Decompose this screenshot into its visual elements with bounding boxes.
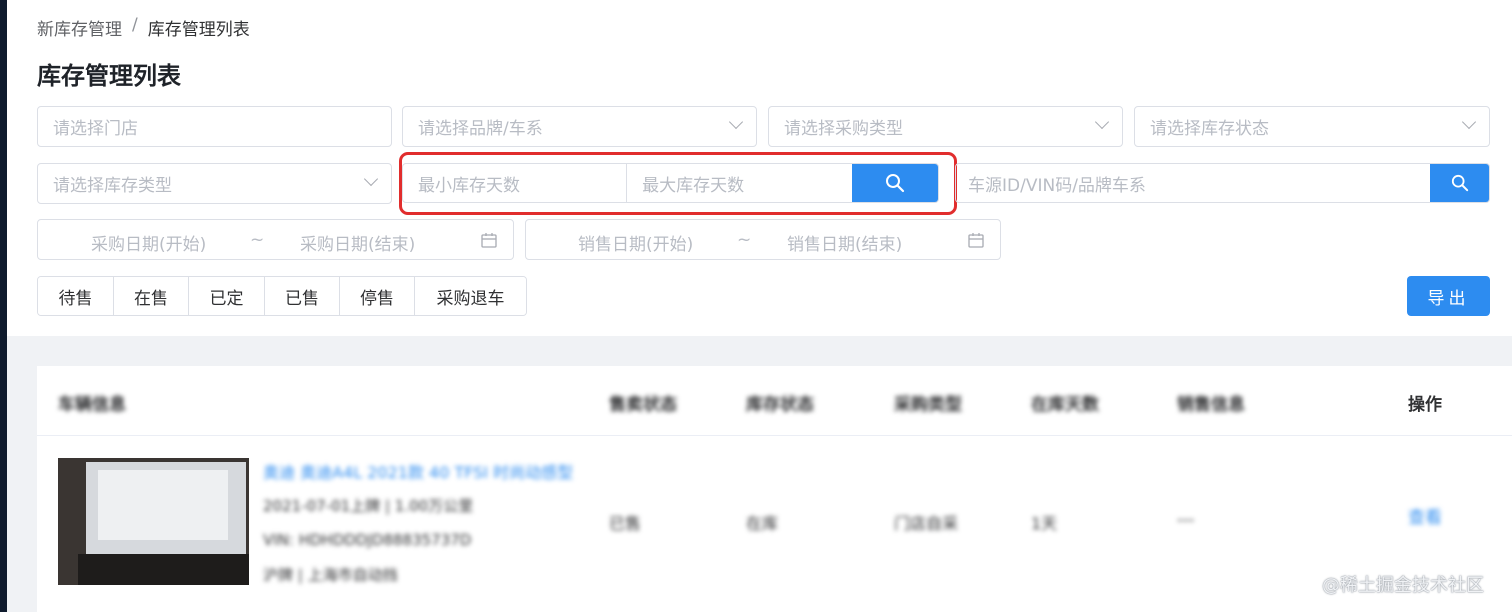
cell-stock-status: 在库 <box>746 514 779 533</box>
header-days-in-stock: 在库天数 <box>1031 395 1099 415</box>
chevron-down-icon <box>1463 117 1475 129</box>
brand-select[interactable]: 请选择品牌/车系 <box>402 106 757 147</box>
breadcrumb-current: 库存管理列表 <box>147 20 250 40</box>
sales-date-end: 销售日期(结束) <box>787 235 903 255</box>
brand-placeholder: 请选择品牌/车系 <box>418 119 543 139</box>
breadcrumb-root[interactable]: 新库存管理 <box>37 15 122 40</box>
breadcrumb-separator: / <box>132 15 138 35</box>
purchase-date-range[interactable]: 采购日期(开始) ~ 采购日期(结束) <box>37 219 514 260</box>
tab-sold[interactable]: 已售 <box>265 277 340 315</box>
range-separator: ~ <box>250 230 265 250</box>
watermark: @稀土掘金技术社区 <box>1322 575 1484 596</box>
stock-status-select[interactable]: 请选择库存状态 <box>1134 106 1490 147</box>
export-button[interactable]: 导出 <box>1407 276 1490 316</box>
chevron-down-icon <box>1096 117 1108 129</box>
stock-type-select[interactable]: 请选择库存类型 <box>37 163 392 204</box>
vehicle-location: 沪牌 | 上海市自动挡 <box>263 566 398 584</box>
sales-date-range[interactable]: 销售日期(开始) ~ 销售日期(结束) <box>525 219 1001 260</box>
store-select[interactable]: 请选择门店 <box>37 106 392 147</box>
purchase-date-start: 采购日期(开始) <box>91 235 207 255</box>
view-link[interactable]: 查看 <box>1408 503 1442 528</box>
keyword-placeholder: 车源ID/VIN码/品牌车系 <box>968 175 1146 196</box>
vehicle-title-link[interactable]: 奥迪 奥迪A4L 2021款 40 TFSI 时尚动感型 <box>263 459 573 483</box>
highlight-box <box>399 152 957 215</box>
range-separator: ~ <box>737 230 752 250</box>
cell-sale-status: 已售 <box>609 514 642 533</box>
tab-stopped[interactable]: 停售 <box>340 277 415 315</box>
inventory-table: 车辆信息 售卖状态 库存状态 采购类型 在库天数 销售信息 操作 奥迪 奥迪A4… <box>37 366 1512 612</box>
search-icon <box>1451 174 1468 192</box>
keyword-search: 车源ID/VIN码/品牌车系 <box>955 163 1490 203</box>
keyword-input[interactable]: 车源ID/VIN码/品牌车系 <box>956 164 1430 202</box>
chevron-down-icon <box>365 174 377 186</box>
breadcrumb: 新库存管理 / 库存管理列表 <box>37 15 250 40</box>
calendar-icon <box>481 233 497 248</box>
purchase-type-select[interactable]: 请选择采购类型 <box>768 106 1123 147</box>
vehicle-reg-mileage: 2021-07-01上牌 | 1.00万公里 <box>263 497 474 515</box>
header-vehicle-info: 车辆信息 <box>58 395 126 415</box>
stock-type-placeholder: 请选择库存类型 <box>53 176 172 196</box>
vehicle-thumbnail[interactable] <box>58 458 249 585</box>
tab-reserved[interactable]: 已定 <box>189 277 265 315</box>
sales-date-start: 销售日期(开始) <box>578 235 694 255</box>
purchase-type-placeholder: 请选择采购类型 <box>784 119 903 139</box>
keyword-search-button[interactable] <box>1430 164 1489 202</box>
calendar-icon <box>968 233 984 248</box>
header-purchase-type: 采购类型 <box>894 395 962 415</box>
store-placeholder: 请选择门店 <box>53 119 138 139</box>
tab-purchase-return[interactable]: 采购退车 <box>415 277 526 315</box>
header-sale-status: 售卖状态 <box>609 395 677 415</box>
cell-purchase-type: 门店自采 <box>894 514 959 533</box>
chevron-down-icon <box>730 117 742 129</box>
cell-days-in-stock: 1天 <box>1031 514 1058 533</box>
cell-sales-info: --- <box>1177 510 1195 529</box>
stock-status-placeholder: 请选择库存状态 <box>1150 119 1269 139</box>
tab-pending[interactable]: 待售 <box>38 277 114 315</box>
tab-on-sale[interactable]: 在售 <box>114 277 189 315</box>
sidebar-edge <box>0 0 7 612</box>
status-tabs: 待售 在售 已定 已售 停售 采购退车 <box>37 276 527 316</box>
table-header: 车辆信息 售卖状态 库存状态 采购类型 在库天数 销售信息 操作 <box>37 366 1512 436</box>
header-sales-info: 销售信息 <box>1177 395 1245 415</box>
page-title: 库存管理列表 <box>37 62 181 90</box>
table-row: 奥迪 奥迪A4L 2021款 40 TFSI 时尚动感型 2021-07-01上… <box>37 437 1512 612</box>
header-actions: 操作 <box>1408 395 1442 415</box>
purchase-date-end: 采购日期(结束) <box>300 235 416 255</box>
header-stock-status: 库存状态 <box>746 395 814 415</box>
vehicle-vin: VIN: HDHDDDJD88835737D <box>263 531 472 549</box>
